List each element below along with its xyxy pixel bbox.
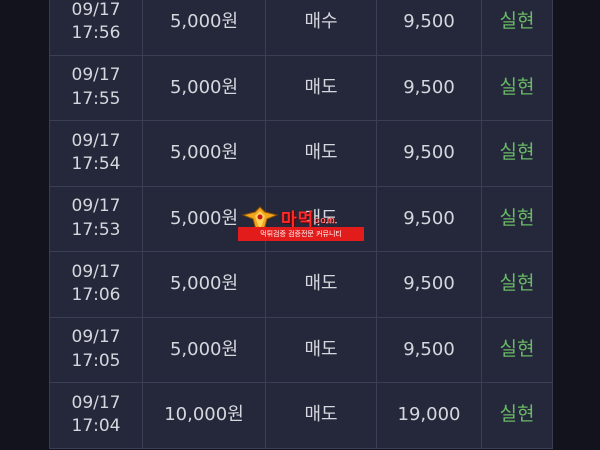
trade-status: 실현 — [499, 272, 535, 295]
trade-amount: 5,000원 — [143, 186, 266, 251]
table-row: 09/17 17:54 5,000원 매도 9,500 실현 — [50, 121, 552, 187]
table-row: 09/17 17:56 5,000원 매수 9,500 실현 — [50, 0, 552, 56]
trade-date: 09/17 — [71, 392, 121, 413]
trade-datetime: 09/17 17:06 — [50, 252, 143, 317]
trade-price: 19,000 — [377, 383, 482, 448]
trade-type: 매도 — [266, 186, 377, 251]
trade-type: 매도 — [266, 252, 377, 317]
table-row: 09/17 17:06 5,000원 매도 9,500 실현 — [50, 252, 552, 318]
trade-date: 09/17 — [71, 130, 121, 151]
trade-datetime: 09/17 17:56 — [50, 0, 143, 55]
trade-price: 9,500 — [377, 317, 482, 382]
trade-status: 실현 — [499, 10, 535, 33]
trade-status: 실현 — [499, 403, 535, 426]
trade-price: 9,500 — [377, 55, 482, 120]
table-row: 09/17 17:04 10,000원 매도 19,000 실현 — [50, 383, 552, 449]
trade-status: 실현 — [499, 75, 535, 98]
trade-type: 매도 — [266, 317, 377, 382]
trade-time: 17:06 — [71, 285, 121, 306]
trade-time: 17:05 — [71, 350, 121, 371]
trade-history-table: 09/17 17:56 5,000원 매수 9,500 실현 09/17 17:… — [49, 0, 553, 449]
trade-time: 17:04 — [71, 416, 121, 437]
trade-price: 9,500 — [377, 121, 482, 186]
trade-date: 09/17 — [71, 65, 121, 86]
trade-price: 9,500 — [377, 186, 482, 251]
trade-price: 9,500 — [377, 0, 482, 55]
trade-time: 17:56 — [71, 23, 121, 44]
trade-amount: 5,000원 — [143, 121, 266, 186]
table-row: 09/17 17:05 5,000원 매도 9,500 실현 — [50, 317, 552, 383]
trade-amount: 5,000원 — [143, 252, 266, 317]
trade-datetime: 09/17 17:55 — [50, 55, 143, 120]
trade-amount: 5,000원 — [143, 317, 266, 382]
table-row: 09/17 17:53 5,000원 매도 9,500 실현 — [50, 186, 552, 252]
trade-amount: 5,000원 — [143, 0, 266, 55]
trade-date: 09/17 — [71, 327, 121, 348]
trade-datetime: 09/17 17:53 — [50, 186, 143, 251]
table-row: 09/17 17:55 5,000원 매도 9,500 실현 — [50, 55, 552, 121]
trade-datetime: 09/17 17:54 — [50, 121, 143, 186]
trade-status: 실현 — [499, 141, 535, 164]
trade-type: 매도 — [266, 121, 377, 186]
trade-datetime: 09/17 17:04 — [50, 383, 143, 448]
trade-date: 09/17 — [71, 0, 121, 20]
trade-datetime: 09/17 17:05 — [50, 317, 143, 382]
trade-time: 17:53 — [71, 219, 121, 240]
trade-date: 09/17 — [71, 196, 121, 217]
trade-price: 9,500 — [377, 252, 482, 317]
trade-time: 17:54 — [71, 154, 121, 175]
trade-type: 매도 — [266, 383, 377, 448]
trade-time: 17:55 — [71, 88, 121, 109]
trade-amount: 10,000원 — [143, 383, 266, 448]
trade-amount: 5,000원 — [143, 55, 266, 120]
trade-type: 매도 — [266, 55, 377, 120]
trade-date: 09/17 — [71, 261, 121, 282]
trade-status: 실현 — [499, 206, 535, 229]
trade-type: 매수 — [266, 0, 377, 55]
trade-status: 실현 — [499, 337, 535, 360]
